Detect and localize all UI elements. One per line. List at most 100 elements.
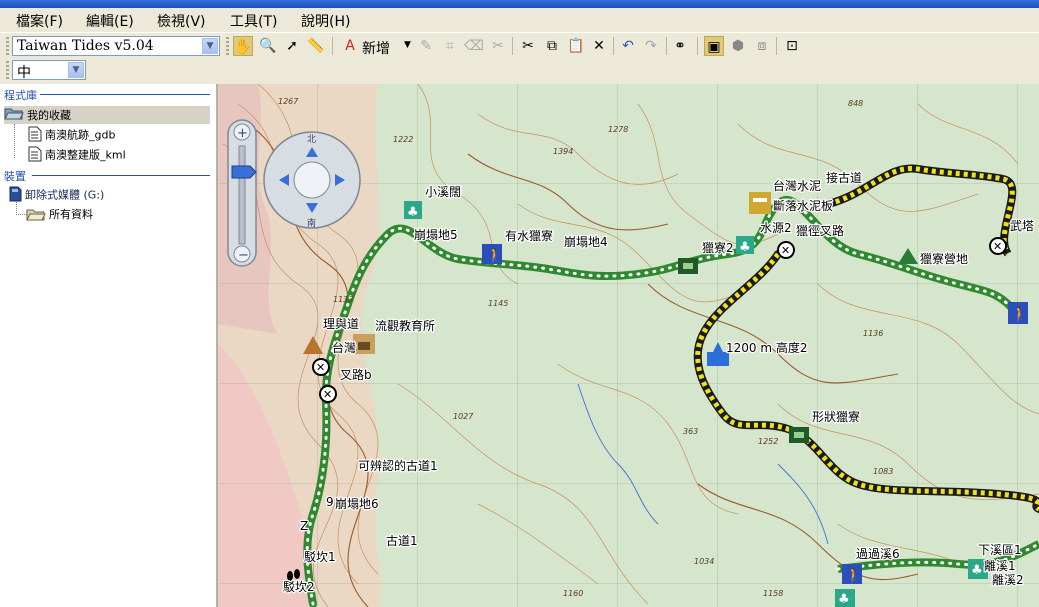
waypoint-label: 獵徑叉路 [796,223,844,238]
map-product-select[interactable]: Taiwan Tides v5.04 ▼ [12,36,220,56]
redo-icon[interactable]: ↷ [641,36,661,56]
pan-hand-icon[interactable]: ✋ [233,36,253,56]
detail-level-value: 中 [17,65,31,81]
find-binoculars-icon[interactable]: ⚭ [670,36,690,56]
menu-view[interactable]: 檢視(V) [157,11,206,31]
waypoint-label: 1200 m 高度2 [726,340,808,355]
detail-level-select[interactable]: 中 ▼ [12,60,86,81]
map-view[interactable]: 1267 1222 1278 1394 848 1133 1145 1027 1… [218,84,1039,607]
junction-icon[interactable]: ✕ [312,358,330,376]
waypoint-label: 水源2 [760,221,792,235]
folder-open-icon [4,106,24,126]
topo-map[interactable]: 1267 1222 1278 1394 848 1133 1145 1027 1… [218,84,1039,607]
svg-text:1160: 1160 [563,589,583,598]
building-icon[interactable] [353,334,375,354]
delete-icon[interactable]: ✕ [589,36,609,56]
waypoint-label: 離溪2 [992,573,1024,587]
junction-icon[interactable]: ✕ [777,241,795,259]
svg-text:♣: ♣ [971,563,983,578]
waypoint-label: 流觀教育所 [375,318,435,333]
new-button-label[interactable]: 新增 [362,38,390,58]
svg-text:1136: 1136 [863,329,883,338]
svg-text:−: − [238,248,249,263]
file-label: 南澳整建版_kml [45,148,126,162]
hiker-icon[interactable]: 🚶 [1008,302,1028,324]
device-label: 卸除式媒體 (G:) [25,188,105,202]
waypoint-label: 斷落水泥板 [773,199,833,213]
menu-file[interactable]: 檔案(F) [16,11,63,31]
svg-text:北: 北 [307,134,316,145]
file-item[interactable]: 南澳整建版_kml [28,146,126,165]
svg-text:1394: 1394 [553,147,573,156]
menu-edit[interactable]: 編輯(E) [86,11,134,31]
pencil-icon[interactable]: ✎ [416,36,436,56]
track-edit-icon[interactable]: ⌗ [440,36,460,56]
menu-help[interactable]: 說明(H) [301,11,350,31]
waypoint-label: 過過溪6 [856,547,900,561]
chevron-down-icon[interactable]: ▼ [68,62,84,78]
svg-text:✕: ✕ [323,388,332,401]
junction-icon[interactable]: ✕ [989,237,1007,255]
hut-icon[interactable] [678,258,698,274]
waypoint-label: 駁坎2 [283,580,315,594]
library-panel: 程式庫 我的收藏 南澳航跡_gdb 南澳整建版_kml 裝置 卸除式媒體 (G:… [0,84,218,607]
copy-icon[interactable]: ⧉ [542,36,562,56]
paste-icon[interactable]: 📋 [566,36,586,56]
toolbar-grip[interactable] [226,37,229,55]
svg-text:♣: ♣ [407,205,419,220]
campsite-icon[interactable]: ♣ [404,201,422,220]
favorites-item[interactable]: 我的收藏 [4,106,210,124]
layers-icon[interactable]: ⧈ [752,36,772,56]
eraser-icon[interactable]: ⌫ [464,36,484,56]
pan-control[interactable]: 北 南 [263,131,361,229]
zoom-icon[interactable]: 🔍 [258,36,278,56]
waypoint-label: 駁坎1 [304,550,336,564]
zoom-in-icon[interactable]: + [233,123,251,141]
campsite-icon[interactable]: ♣ [835,589,855,607]
map-view-3d-icon[interactable]: ⬢ [728,36,748,56]
device-heading: 裝置 [4,170,26,183]
waypoint-label: 獵寮2 [702,240,734,255]
document-icon [28,126,42,145]
select-arrow-icon[interactable]: ➚ [282,36,302,56]
hiker-icon[interactable]: 🚶 [842,564,862,584]
folder-open-icon [26,207,46,224]
svg-text:+: + [237,126,248,141]
svg-text:南: 南 [307,217,316,229]
svg-text:1267: 1267 [278,97,299,106]
all-data-item[interactable]: 所有資料 [26,206,93,224]
toolbar-grip[interactable] [6,61,9,79]
waypoint-label: 台灣 [332,340,356,355]
waypoint-label: Z [300,519,308,533]
waypoint-label: 形狀獵寮 [812,409,860,424]
bench-icon[interactable] [749,192,771,214]
fit-map-icon[interactable]: ⊡ [782,36,802,56]
hiker-icon[interactable]: 🚶 [482,244,503,264]
waypoint-label: 古道1 [386,533,418,548]
zoom-slider-thumb[interactable] [231,165,257,179]
svg-text:1252: 1252 [758,437,778,446]
measure-ruler-icon[interactable]: 📏 [306,36,326,56]
waypoint-label: 武塔 [1010,219,1034,233]
library-heading: 程式庫 [4,89,37,102]
menu-tools[interactable]: 工具(T) [230,11,277,31]
campsite-icon[interactable]: ♣ [736,236,754,255]
waypoint-label: 台灣水泥 [773,178,821,193]
svg-text:🚶: 🚶 [845,567,862,584]
new-dropdown-arrow-icon[interactable]: ▼ [404,40,411,50]
toolbar-grip[interactable] [6,37,9,55]
split-icon[interactable]: ✂ [488,36,508,56]
map-view-2d-icon[interactable]: ▣ [704,36,724,56]
cut-icon[interactable]: ✂ [518,36,538,56]
waypoint-label: 獵寮營地 [920,251,968,266]
waypoint-label: 9 [326,495,334,509]
junction-icon[interactable]: ✕ [319,385,337,403]
waypoint-label: 崩塌地4 [564,235,608,249]
svg-text:1158: 1158 [763,589,783,598]
waypoint-label: 理與道 [323,317,359,331]
chevron-down-icon[interactable]: ▼ [202,38,218,54]
new-waypoint-icon[interactable]: A [340,36,360,56]
hut-icon[interactable] [789,427,809,443]
undo-icon[interactable]: ↶ [618,36,638,56]
file-item[interactable]: 南澳航跡_gdb [28,126,115,145]
